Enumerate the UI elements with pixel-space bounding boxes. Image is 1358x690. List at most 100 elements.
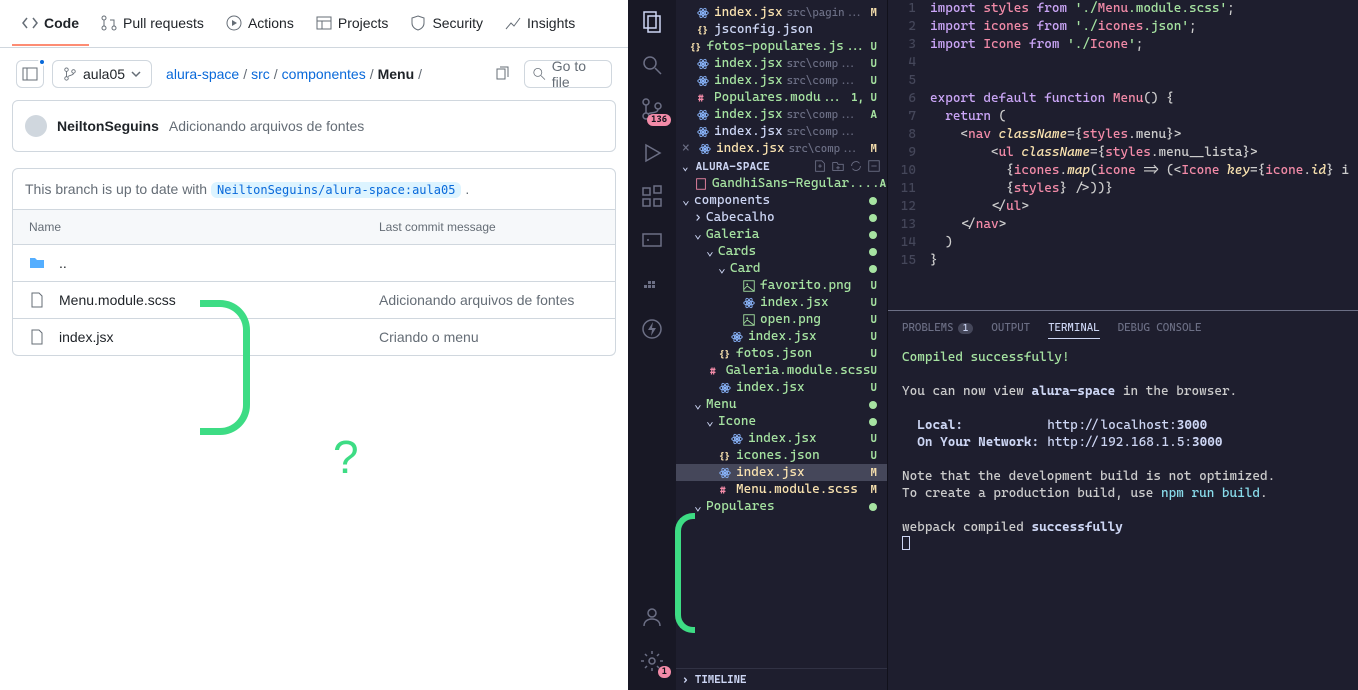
extensions-icon[interactable] — [639, 184, 665, 210]
open-editor-item[interactable]: index.jsxsrc\comp...U — [676, 72, 887, 89]
svg-text:{}: {} — [697, 25, 708, 36]
code-editor[interactable]: 123456789101112131415 import styles from… — [888, 0, 1358, 310]
account-icon[interactable] — [639, 604, 665, 630]
branch-name: aula05 — [83, 66, 125, 82]
commit-author[interactable]: NeiltonSeguins — [57, 118, 159, 134]
tab-debug-console[interactable]: DEBUG CONSOLE — [1118, 317, 1202, 339]
branch-selector[interactable]: aula05 — [52, 60, 152, 88]
tab-terminal[interactable]: TERMINAL — [1048, 317, 1100, 339]
timeline-section[interactable]: › TIMELINE — [676, 668, 887, 690]
side-panel-toggle[interactable] — [16, 60, 44, 88]
tab-insights-label: Insights — [527, 15, 575, 31]
tab-output[interactable]: OUTPUT — [991, 317, 1030, 339]
docker-icon[interactable] — [639, 272, 665, 298]
file-tree: GandhiSans-Regular....A⌄components›Cabec… — [676, 175, 887, 668]
new-file-icon[interactable] — [813, 159, 827, 173]
tab-pulls[interactable]: Pull requests — [91, 2, 214, 46]
latest-commit[interactable]: NeiltonSeguins Adicionando arquivos de f… — [12, 100, 616, 152]
tree-item[interactable]: ⌄Populares — [676, 498, 887, 515]
refresh-icon[interactable] — [849, 159, 863, 173]
debug-icon[interactable] — [639, 140, 665, 166]
tree-item[interactable]: index.jsxU — [676, 379, 887, 396]
project-header[interactable]: ⌄ ALURA-SPACE — [676, 157, 887, 175]
shield-icon — [410, 15, 426, 31]
editor-area: 123456789101112131415 import styles from… — [888, 0, 1358, 690]
tree-item[interactable]: index.jsxU — [676, 430, 887, 447]
file-nav-bar: aula05 alura-space/ src/ componentes/ Me… — [0, 48, 628, 100]
tree-item[interactable]: ⌄Galeria — [676, 226, 887, 243]
branch-ref[interactable]: NeiltonSeguins/alura-space:aula05 — [211, 182, 461, 198]
tree-item[interactable]: ⌄Icone — [676, 413, 887, 430]
tab-projects[interactable]: Projects — [306, 2, 399, 46]
table-row[interactable]: index.jsxCriando o menu — [13, 319, 615, 355]
remote-icon[interactable] — [639, 228, 665, 254]
open-editor-item[interactable]: index.jsxsrc\comp...A — [676, 106, 887, 123]
tree-item[interactable]: ⌄Cards — [676, 243, 887, 260]
open-editors: index.jsxsrc\pagin...M{}jsconfig.json{}f… — [676, 0, 887, 157]
open-editor-item[interactable]: {}jsconfig.json — [676, 21, 887, 38]
table-icon — [316, 15, 332, 31]
col-message: Last commit message — [379, 220, 496, 234]
tree-item[interactable]: ›Cabecalho — [676, 209, 887, 226]
tab-security[interactable]: Security — [400, 2, 493, 46]
open-editor-item[interactable]: #Populares.modu...1, U — [676, 89, 887, 106]
open-editor-item[interactable]: ×index.jsxsrc\comp...M — [676, 140, 887, 157]
tab-insights[interactable]: Insights — [495, 2, 585, 46]
tree-item[interactable]: {}fotos.jsonU — [676, 345, 887, 362]
tree-item[interactable]: index.jsxU — [676, 294, 887, 311]
play-icon — [226, 15, 242, 31]
branch-status: This branch is up to date with NeiltonSe… — [12, 168, 616, 210]
explorer-icon[interactable] — [639, 8, 665, 34]
tab-problems[interactable]: PROBLEMS1 — [902, 317, 973, 339]
tree-item[interactable]: #Galeria.module.scssU — [676, 362, 887, 379]
tab-projects-label: Projects — [338, 15, 389, 31]
scm-badge: 136 — [647, 114, 671, 126]
github-panel: Code Pull requests Actions Projects Secu… — [0, 0, 628, 690]
breadcrumb-link[interactable]: alura-space — [166, 66, 239, 82]
tab-pulls-label: Pull requests — [123, 15, 204, 31]
activity-bar: 136 1 — [628, 0, 676, 690]
breadcrumb-link[interactable]: src — [251, 66, 270, 82]
open-editor-item[interactable]: index.jsxsrc\pagin...M — [676, 4, 887, 21]
breadcrumb: alura-space/ src/ componentes/ Menu/ — [166, 66, 480, 82]
thunder-icon[interactable] — [639, 316, 665, 342]
tree-item[interactable]: index.jsxM — [676, 464, 887, 481]
tree-item[interactable]: open.pngU — [676, 311, 887, 328]
terminal-output[interactable]: Compiled successfully! You can now view … — [888, 339, 1358, 690]
breadcrumb-link[interactable]: componentes — [282, 66, 366, 82]
search-icon — [533, 67, 546, 81]
tree-item[interactable]: #Menu.module.scssM — [676, 481, 887, 498]
file-table: Name Last commit message ..Menu.module.s… — [12, 210, 616, 356]
indicator-dot — [38, 58, 46, 66]
copy-path-button[interactable] — [488, 60, 516, 88]
open-editor-item[interactable]: index.jsxsrc\comp... — [676, 123, 887, 140]
tab-actions[interactable]: Actions — [216, 2, 304, 46]
table-row[interactable]: Menu.module.scssAdicionando arquivos de … — [13, 282, 615, 319]
search-icon[interactable] — [639, 52, 665, 78]
tree-item[interactable]: ⌄Menu — [676, 396, 887, 413]
open-editor-item[interactable]: index.jsxsrc\comp...U — [676, 55, 887, 72]
tree-item[interactable]: favorito.pngU — [676, 277, 887, 294]
svg-text:#: # — [698, 92, 704, 104]
tab-actions-label: Actions — [248, 15, 294, 31]
source-control-icon[interactable]: 136 — [639, 96, 665, 122]
tab-code[interactable]: Code — [12, 2, 89, 46]
col-name: Name — [29, 220, 379, 234]
open-editor-item[interactable]: {}fotos-populares.js...U — [676, 38, 887, 55]
svg-text:{}: {} — [719, 349, 730, 360]
collapse-icon[interactable] — [867, 159, 881, 173]
tree-item[interactable]: index.jsxU — [676, 328, 887, 345]
tree-item[interactable]: {}icones.jsonU — [676, 447, 887, 464]
commit-message[interactable]: Adicionando arquivos de fontes — [169, 118, 364, 134]
go-to-file-input[interactable]: Go to file — [524, 60, 612, 88]
settings-icon[interactable]: 1 — [639, 648, 665, 674]
new-folder-icon[interactable] — [831, 159, 845, 173]
settings-badge: 1 — [658, 666, 671, 678]
project-name: ALURA-SPACE — [696, 160, 770, 173]
tree-item[interactable]: ⌄components — [676, 192, 887, 209]
tree-item[interactable]: ⌄Card — [676, 260, 887, 277]
copy-icon — [494, 66, 510, 82]
tree-item[interactable]: GandhiSans-Regular....A — [676, 175, 887, 192]
table-row[interactable]: .. — [13, 245, 615, 282]
panel-tabs: PROBLEMS1 OUTPUT TERMINAL DEBUG CONSOLE — [888, 311, 1358, 339]
